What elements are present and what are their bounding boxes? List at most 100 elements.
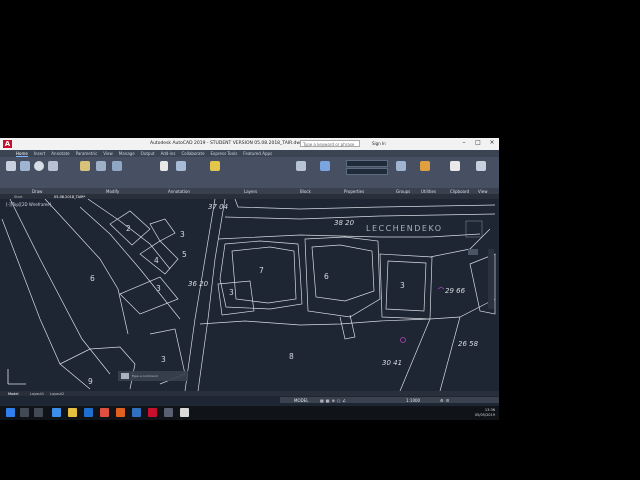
clock-date: 05/05/2019 [474, 412, 495, 417]
close-icon[interactable]: × [487, 139, 497, 146]
autocad-taskbar-icon[interactable] [148, 408, 157, 417]
road-edge [224, 213, 496, 220]
pan-icon[interactable] [468, 249, 478, 255]
boundary-line [9, 199, 111, 375]
command-icon [121, 373, 129, 379]
move-tool-icon[interactable] [80, 161, 90, 171]
parcel-label: 30 41 [382, 359, 402, 367]
trim-tool-icon[interactable] [112, 161, 122, 171]
owner-label: LECCHENDEKO [366, 224, 443, 233]
tab-model[interactable]: Model [8, 392, 19, 396]
tab-featured-apps[interactable]: Featured Apps [243, 150, 272, 157]
task-view-icon[interactable] [34, 408, 43, 417]
model-space-toggle[interactable]: MODEL [294, 398, 308, 403]
building-outline [385, 260, 427, 312]
tab-home[interactable]: Home [16, 150, 28, 157]
tab-layout1[interactable]: Layout1 [30, 392, 44, 396]
parcel-outline [59, 346, 136, 390]
tab-express-tools[interactable]: Express Tools [211, 150, 238, 157]
autocad-logo-icon[interactable]: A [3, 140, 12, 148]
drawing-canvas[interactable]: 2 3 4 5 6 3 7 6 3 3 8 9 3 37 04 38 20 36… [0, 199, 499, 391]
base-view-icon[interactable] [476, 161, 486, 171]
explorer-icon[interactable] [132, 408, 141, 417]
doc-tab-drawing[interactable]: 05.08.2018_TAIR* [54, 195, 85, 199]
autocad-window: A Autodesk AutoCAD 2019 - STUDENT VERSIO… [0, 138, 499, 420]
lot-number: 7 [259, 266, 264, 275]
match-properties-icon[interactable] [320, 161, 330, 171]
command-line[interactable]: Type a command [118, 371, 188, 381]
tab-addins[interactable]: Add-ins [161, 150, 176, 157]
tab-layout2[interactable]: Layout2 [50, 392, 64, 396]
lot-number: 2 [126, 224, 131, 233]
sign-in-button[interactable]: Sign In [372, 141, 386, 146]
boundary-line [429, 228, 491, 258]
layer-properties-icon[interactable] [210, 161, 220, 171]
group-tool-icon[interactable] [396, 161, 406, 171]
lot-number: 4 [154, 256, 159, 265]
app-icon[interactable] [164, 408, 173, 417]
lot-number: 3 [229, 288, 234, 297]
parcel-label: 26 58 [458, 340, 479, 348]
circle-tool-icon[interactable] [34, 161, 44, 171]
lot-number: 3 [180, 230, 185, 239]
lot-number: 9 [88, 377, 93, 386]
minimize-icon[interactable]: – [459, 139, 469, 146]
tab-annotate[interactable]: Annotate [51, 150, 69, 157]
chrome-icon[interactable] [68, 408, 77, 417]
tab-output[interactable]: Output [141, 150, 155, 157]
layout-tabs: Model Layout1 Layout2 [0, 391, 499, 396]
status-bar: MODEL 1:1000 ▦▦⊕○∠ ⚙☰ [280, 397, 499, 403]
doc-tab-start[interactable]: Start [14, 195, 23, 199]
lot-number: 3 [156, 284, 161, 293]
building-outline [304, 236, 381, 318]
parcel-label: 38 20 [334, 219, 355, 227]
settings-gear-icon[interactable]: ⚙☰ [440, 398, 451, 403]
drafting-toggles-icon[interactable]: ▦▦⊕○∠ [320, 398, 348, 403]
office-icon[interactable] [116, 408, 125, 417]
edge-icon[interactable] [52, 408, 61, 417]
measure-tool-icon[interactable] [420, 161, 430, 171]
text-tool-icon[interactable] [160, 161, 168, 171]
parcel-label: 29 66 [445, 287, 466, 295]
tab-view[interactable]: View [103, 150, 113, 157]
road-edge [197, 199, 226, 391]
linetype-dropdown[interactable] [346, 168, 388, 175]
maximize-icon[interactable]: □ [473, 139, 483, 146]
boundary-line [339, 314, 356, 340]
tab-collaborate[interactable]: Collaborate [182, 150, 205, 157]
lot-number: 3 [161, 355, 166, 364]
color-dropdown[interactable] [346, 160, 388, 167]
vertical-scrollbar[interactable] [488, 249, 494, 309]
tab-insert[interactable]: Insert [34, 150, 45, 157]
rotate-tool-icon[interactable] [96, 161, 106, 171]
lot-number: 8 [289, 352, 294, 361]
polyline-tool-icon[interactable] [20, 161, 30, 171]
ribbon-tabs: Home Insert Annotate Parametric View Man… [0, 150, 499, 157]
search-input[interactable]: Type a keyword or phrase [300, 140, 360, 147]
viewport-controls[interactable]: [-][Top][2D Wireframe] [6, 202, 52, 207]
dimension-tool-icon[interactable] [176, 161, 186, 171]
tab-manage[interactable]: Manage [119, 150, 135, 157]
arc-tool-icon[interactable] [48, 161, 58, 171]
search-icon[interactable] [20, 408, 29, 417]
lot-number: 6 [90, 274, 95, 283]
lot-number: 3 [400, 281, 405, 290]
system-clock[interactable]: 13:36 05/05/2019 [475, 408, 495, 417]
paste-tool-icon[interactable] [450, 161, 460, 171]
parcel-outline [119, 276, 179, 315]
lot-number: 6 [324, 272, 329, 281]
annotation-scale[interactable]: 1:1000 [406, 398, 420, 403]
line-tool-icon[interactable] [6, 161, 16, 171]
opera-icon[interactable] [100, 408, 109, 417]
app-icon[interactable] [180, 408, 189, 417]
parcel-label: 37 04 [208, 203, 228, 211]
boundary-line [399, 318, 431, 391]
selection-marker-icon [400, 337, 406, 343]
boundary-line [44, 199, 129, 335]
building-outline [311, 244, 375, 302]
tab-parametric[interactable]: Parametric [76, 150, 98, 157]
insert-block-icon[interactable] [296, 161, 306, 171]
start-button-icon[interactable] [6, 408, 15, 417]
building-outline [231, 246, 297, 304]
mail-icon[interactable] [84, 408, 93, 417]
